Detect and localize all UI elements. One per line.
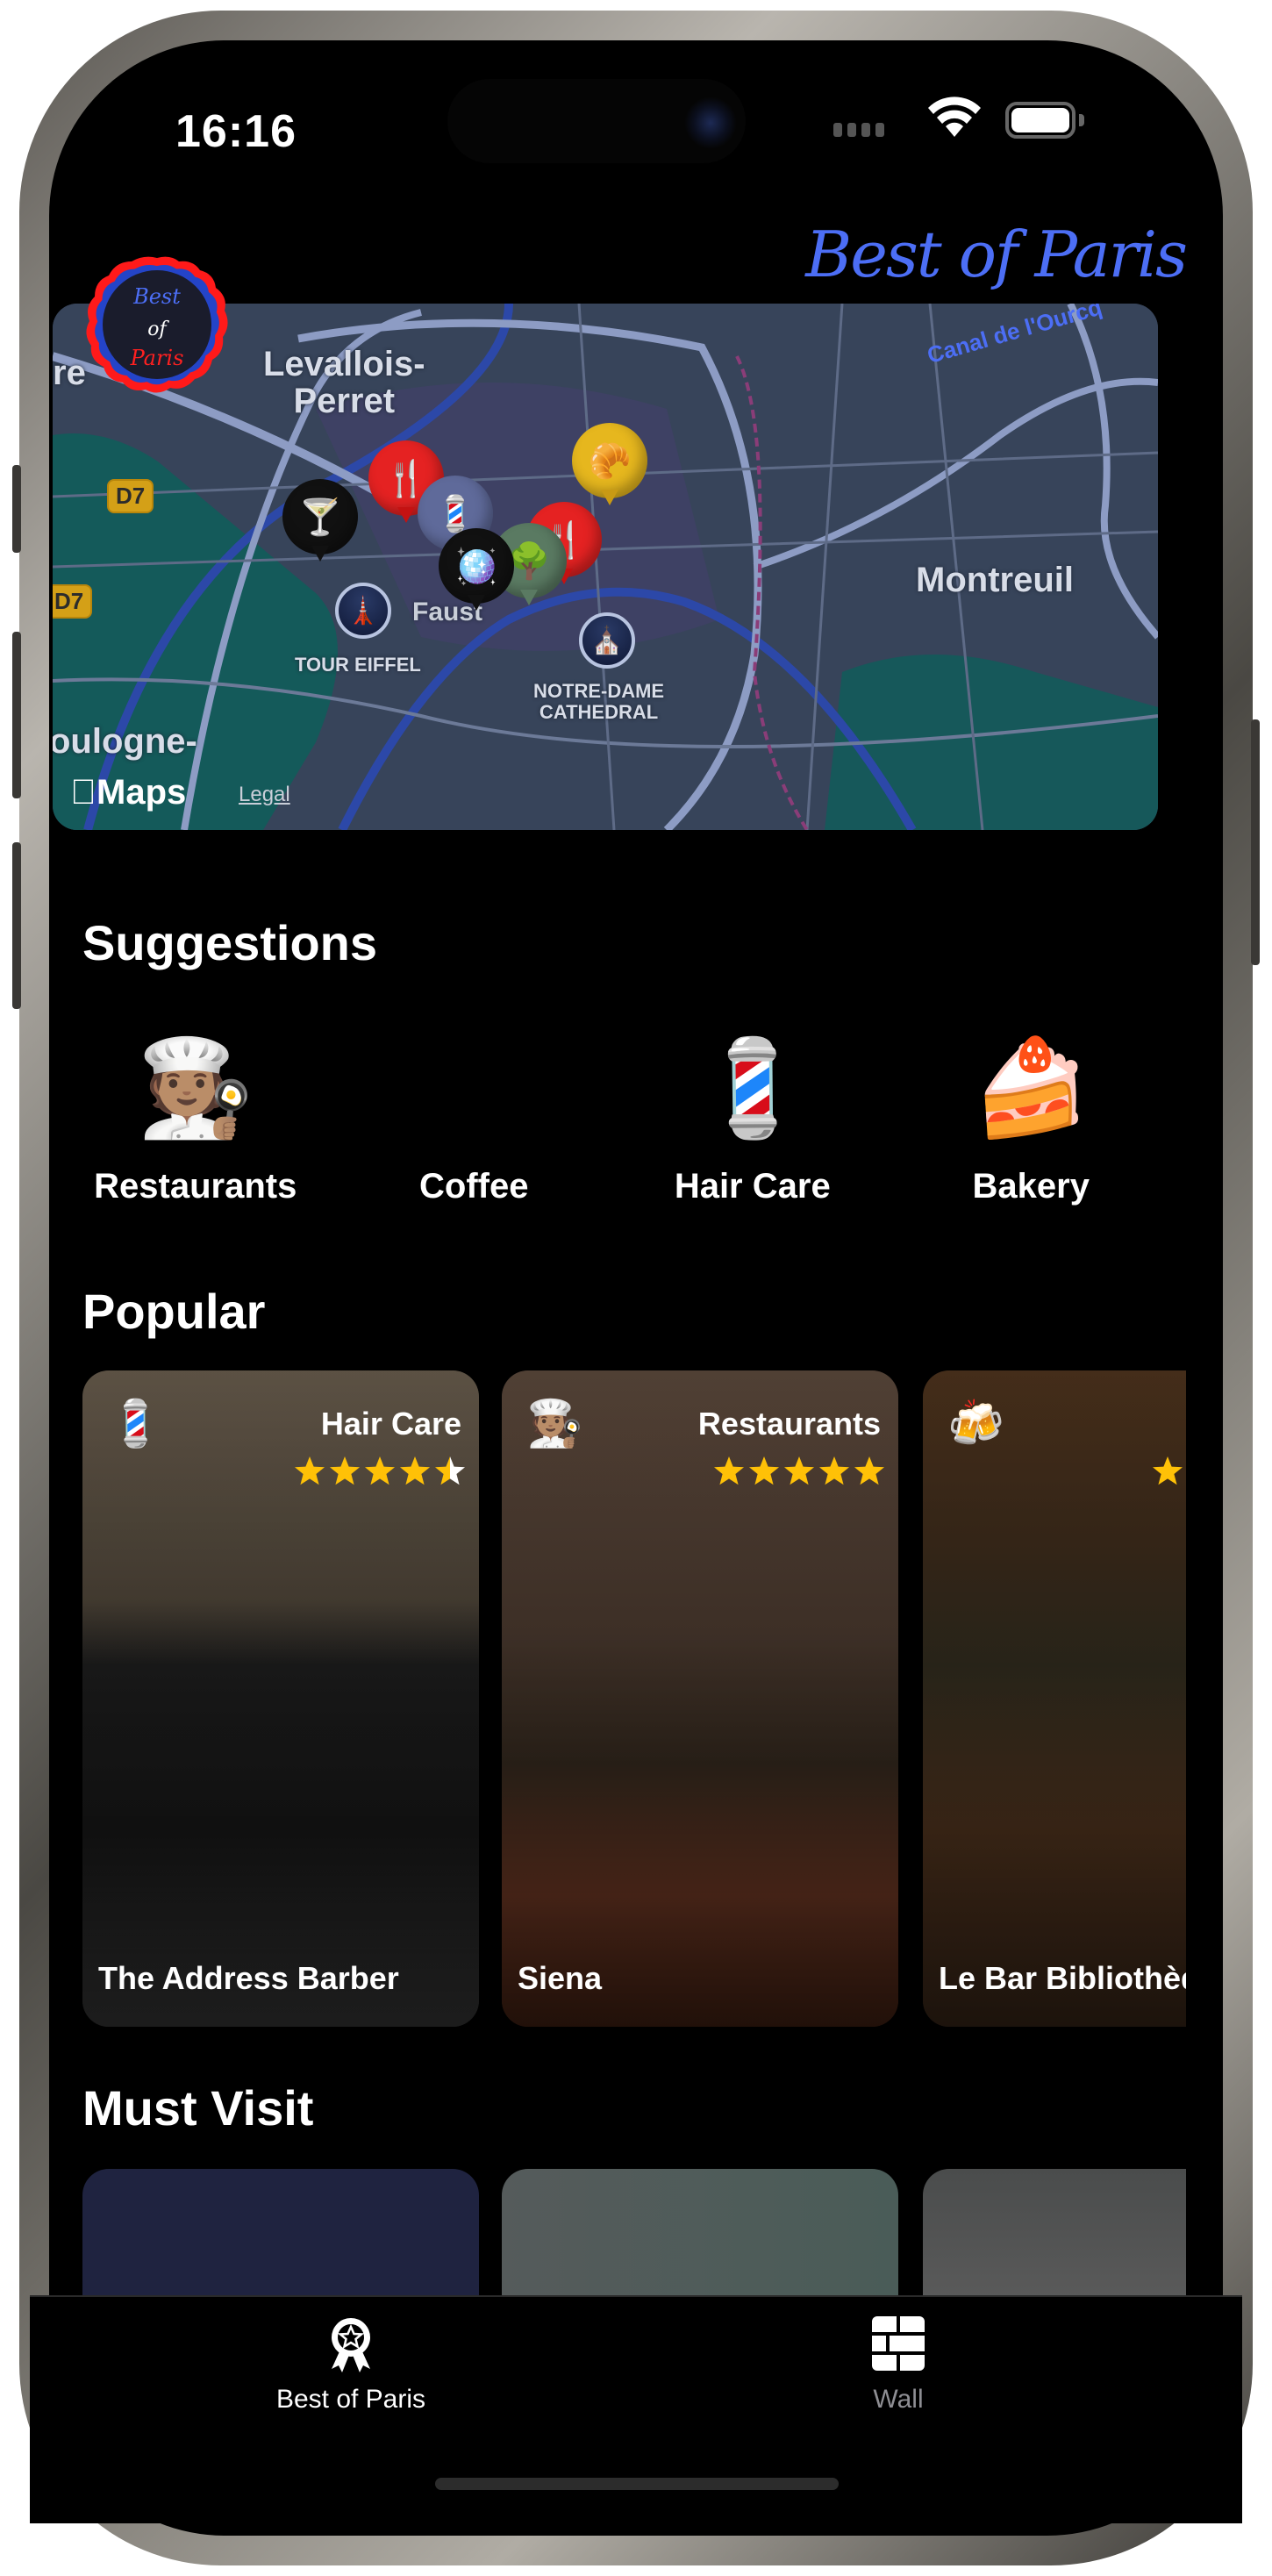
star-icon [749,1456,779,1485]
map-pin-nightclub[interactable]: 🪩 [439,528,514,616]
star-icon [854,1456,884,1485]
star-icon [714,1456,744,1485]
suggestion-restaurants[interactable]: 🧑🏽‍🍳 Restaurants [56,1027,335,1206]
apple-logo-icon:  [70,773,96,812]
battery-icon [1005,102,1075,139]
croissant-icon: 🥐 [572,423,647,498]
best-of-paris-badge: Best of Paris [86,256,228,393]
beer-mugs-icon: 🍻 [947,1399,1004,1449]
home-indicator[interactable] [435,2478,839,2490]
tab-wall[interactable]: Wall [767,2315,1030,2415]
app-title: Best of Paris [805,218,1188,291]
tab-label: Wall [873,2385,924,2414]
map-label-tour-eiffel: TOUR EIFFEL [295,654,421,676]
star-icon [435,1456,465,1485]
maps-label: Maps [70,773,186,812]
brick-wall-icon [872,2316,925,2371]
map-label-notre-dame: NOTRE-DAME CATHEDRAL [533,680,665,724]
card-category: Restaurants [697,1406,881,1442]
volume-up-button [12,632,21,798]
award-star-icon [332,2318,370,2372]
road-badge-d7: D7 [107,479,154,513]
disco-ball-icon: 🪩 [439,528,514,604]
road-badge-d7: D7 [53,584,93,619]
battery-tip [1079,114,1084,126]
star-icon [295,1456,325,1485]
map-label-partial: re [53,354,86,392]
popular-title: Popular [82,1284,266,1339]
tab-best-of-paris[interactable]: Best of Paris [219,2315,482,2415]
card-name: Le Bar Bibliothèque [939,1960,1186,1996]
suggestions-row: 🧑🏽‍🍳 Restaurants ☕ Coffee 💈 Hair Care 🍰 … [82,1027,1170,1206]
cake-icon: 🍰 [972,1034,1090,1141]
map-pin-bar[interactable]: 🍸 [282,479,358,567]
card-name: The Address Barber [98,1960,399,1996]
card-category: Hair Care [320,1406,461,1442]
card-name: Siena [518,1960,603,1996]
star-icon [784,1456,814,1485]
rating-stars [1151,1455,1186,1488]
popular-card[interactable]: 🧑🏽‍🍳 Restaurants Siena [502,1370,898,2027]
rating-stars [712,1455,886,1488]
rating-stars [293,1455,467,1488]
cocktail-icon: 🍸 [282,479,358,555]
barber-pole-icon: 💈 [107,1399,164,1449]
star-icon [400,1456,430,1485]
star-icon [330,1456,360,1485]
power-button [1251,719,1260,965]
map-label-montreuil: Montreuil [916,561,1074,599]
landmark-notre-dame-icon[interactable]: ⛪ [579,612,635,669]
star-icon [819,1456,849,1485]
suggestion-bakery[interactable]: 🍰 Bakery [892,1027,1171,1206]
cellular-signal-icon [833,123,884,137]
suggestion-label: Hair Care [674,1167,831,1206]
tab-label: Best of Paris [275,2385,426,2414]
chef-icon: 🧑🏽‍🍳 [526,1399,583,1449]
badge-line-1: Best [132,284,181,309]
landmark-eiffel-icon[interactable]: 🗼 [335,583,391,639]
popular-card[interactable]: 💈 Hair Care The Address Barber [82,1370,479,2027]
star-icon [1153,1456,1183,1485]
suggestion-coffee[interactable]: ☕ Coffee [335,1027,614,1206]
status-time: 16:16 [175,106,297,157]
legal-link[interactable]: Legal [239,783,290,807]
suggestion-label: Bakery [972,1167,1090,1206]
suggestion-label: Coffee [419,1167,529,1206]
map-label-levallois: Levallois- Perret [263,345,425,420]
must-visit-title: Must Visit [82,2080,314,2136]
suggestion-hair-care[interactable]: 💈 Hair Care [613,1027,892,1206]
map-pin-bakery[interactable]: 🥐 [572,423,647,511]
apple-maps-attribution: Maps [70,773,186,812]
front-camera [684,97,737,149]
badge-line-3: Paris [130,346,184,370]
barber-pole-icon: 💈 [693,1034,811,1141]
suggestions-title: Suggestions [82,915,378,970]
suggestion-label: Restaurants [94,1167,297,1206]
star-icon [365,1456,395,1485]
wifi-icon [928,97,981,137]
popular-card[interactable]: 🍻 Le Bar Bibliothèque [923,1370,1186,2027]
volume-down-button [12,842,21,1009]
action-button [12,465,21,553]
chef-icon: 🧑🏽‍🍳 [136,1034,254,1141]
map-label-boulogne: oulogne- [53,722,197,761]
coffee-cup-icon: ☕ [431,1034,517,1141]
